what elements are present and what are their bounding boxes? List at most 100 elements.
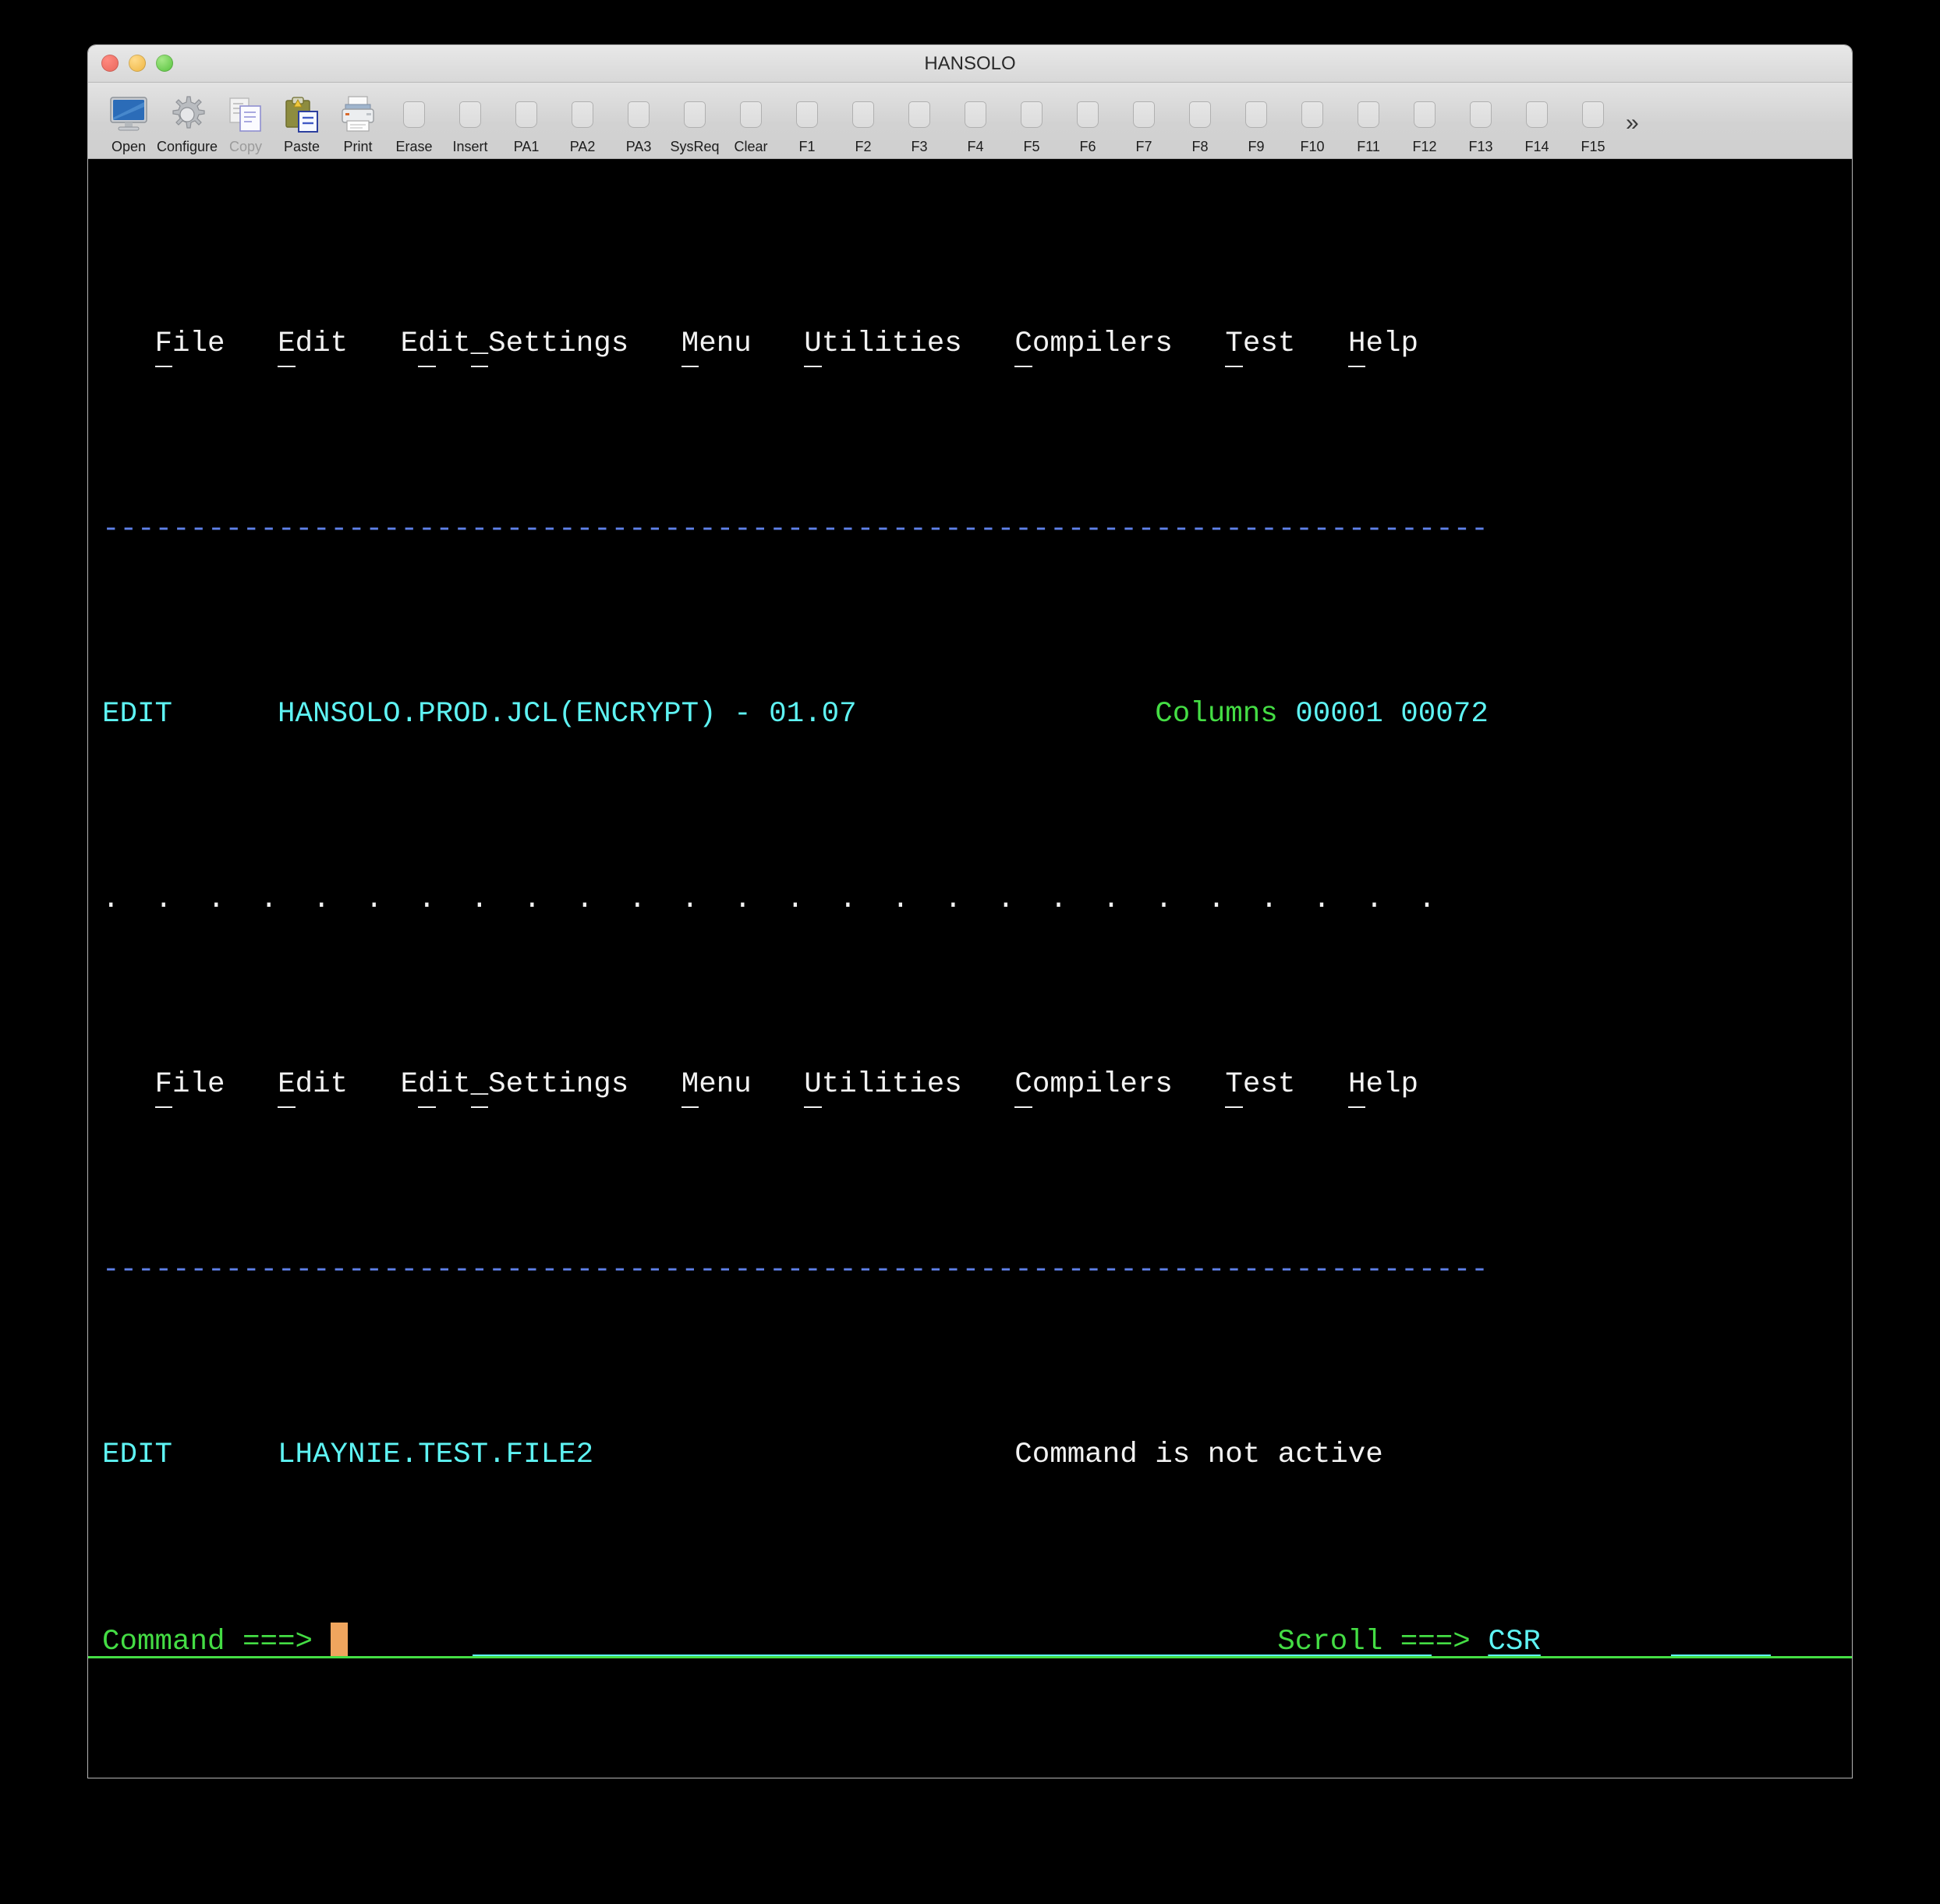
toolbar-button-pa1[interactable]: PA1 xyxy=(498,93,554,158)
toolbar-button-erase[interactable]: Erase xyxy=(386,93,442,158)
menu-item-file[interactable]: File xyxy=(155,1068,225,1101)
toolbar-button-f10[interactable]: F10 xyxy=(1284,93,1340,158)
blank-key-icon xyxy=(459,93,482,136)
blank-key-icon xyxy=(908,93,931,136)
toolbar-label: F14 xyxy=(1524,139,1549,154)
toolbar-label: Erase xyxy=(395,139,433,154)
toolbar-label: F4 xyxy=(967,139,984,154)
status-message: Command is not active xyxy=(1014,1439,1383,1471)
toolbar-label: F9 xyxy=(1248,139,1265,154)
toolbar-button-f14[interactable]: F14 xyxy=(1509,93,1565,158)
command-row[interactable]: Command ===> Scroll ===> CSR xyxy=(88,1622,1852,1660)
printer-icon xyxy=(338,93,377,136)
blank-key-icon xyxy=(628,93,650,136)
edit-mode-top: EDIT xyxy=(102,698,173,731)
columns-value: 00001 00072 xyxy=(1295,698,1489,731)
scroll-input[interactable]: CSR xyxy=(1488,1626,1541,1658)
dashed-rule: ----------------------------------------… xyxy=(102,1253,1489,1286)
toolbar-label: F3 xyxy=(911,139,928,154)
toolbar-label: Configure xyxy=(157,139,218,154)
menu-item-utilities[interactable]: Utilities xyxy=(804,327,962,360)
toolbar-overflow-chevron-icon[interactable]: » xyxy=(1626,110,1639,136)
menu-item-menu[interactable]: Menu xyxy=(681,327,752,360)
toolbar-button-insert[interactable]: Insert xyxy=(442,93,498,158)
menu-item-test[interactable]: Test xyxy=(1225,1068,1295,1101)
blank-key-icon xyxy=(403,93,426,136)
menu-item-compilers[interactable]: Compilers xyxy=(1014,327,1173,360)
blank-key-icon xyxy=(1526,93,1549,136)
toolbar-button-f7[interactable]: F7 xyxy=(1116,93,1172,158)
blank-key-icon xyxy=(1077,93,1099,136)
toolbar-label: F2 xyxy=(855,139,872,154)
toolbar-button-f15[interactable]: F15 xyxy=(1565,93,1621,158)
toolbar-button-f11[interactable]: F11 xyxy=(1340,93,1397,158)
toolbar-button-f4[interactable]: F4 xyxy=(947,93,1004,158)
menu-item-edit[interactable]: Edit xyxy=(278,1068,348,1101)
blank-key-icon xyxy=(740,93,763,136)
menu-item-edit[interactable]: Edit xyxy=(278,327,348,360)
panel-header-bottom: EDIT LHAYNIE.TEST.FILE2 Command is not a… xyxy=(88,1437,1852,1474)
toolbar-button-paste[interactable]: Paste xyxy=(274,93,330,158)
toolbar-label: Clear xyxy=(734,139,768,154)
menu-bar-top[interactable]: File Edit Edit_Settings Menu Utilities C… xyxy=(88,326,1852,363)
main-toolbar: Open Configure Copy Paste Print Erase In… xyxy=(88,83,1852,159)
toolbar-button-f3[interactable]: F3 xyxy=(891,93,947,158)
menu-item-compilers[interactable]: Compilers xyxy=(1014,1068,1173,1101)
toolbar-label: F11 xyxy=(1357,139,1380,154)
menu-bar-bottom[interactable]: File Edit Edit_Settings Menu Utilities C… xyxy=(88,1067,1852,1104)
toolbar-button-open[interactable]: Open xyxy=(101,93,157,158)
window-titlebar: HANSOLO xyxy=(88,45,1852,83)
toolbar-button-configure[interactable]: Configure xyxy=(157,93,218,158)
blank-key-icon xyxy=(1414,93,1436,136)
menu-item-menu[interactable]: Menu xyxy=(681,1068,752,1101)
toolbar-button-f5[interactable]: F5 xyxy=(1004,93,1060,158)
command-label: Command ===> xyxy=(102,1625,313,1658)
blank-key-icon xyxy=(1189,93,1212,136)
toolbar-label: F12 xyxy=(1412,139,1437,154)
rule-bottom: ----------------------------------------… xyxy=(88,1252,1852,1290)
menu-item-edit-settings[interactable]: Edit_Settings xyxy=(401,327,629,360)
toolbar-button-pa3[interactable]: PA3 xyxy=(611,93,667,158)
blank-key-icon xyxy=(1358,93,1380,136)
toolbar-button-f9[interactable]: F9 xyxy=(1228,93,1284,158)
toolbar-button-f6[interactable]: F6 xyxy=(1060,93,1116,158)
blank-key-icon xyxy=(796,93,819,136)
toolbar-button-f2[interactable]: F2 xyxy=(835,93,891,158)
blank-key-icon xyxy=(1470,93,1492,136)
toolbar-button-f13[interactable]: F13 xyxy=(1453,93,1509,158)
menu-item-edit-settings[interactable]: Edit_Settings xyxy=(401,1068,629,1101)
toolbar-label: F15 xyxy=(1581,139,1605,154)
menu-item-utilities[interactable]: Utilities xyxy=(804,1068,962,1101)
toolbar-button-f12[interactable]: F12 xyxy=(1397,93,1453,158)
menu-item-help[interactable]: Help xyxy=(1348,327,1418,360)
toolbar-button-f8[interactable]: F8 xyxy=(1172,93,1228,158)
toolbar-button-f1[interactable]: F1 xyxy=(779,93,835,158)
menu-item-file[interactable]: File xyxy=(155,327,225,360)
toolbar-label: Copy xyxy=(229,139,263,154)
scroll-label: Scroll ===> xyxy=(1277,1625,1471,1658)
split-dots-row: . . . . . . . . . . . . . . . . . . . . … xyxy=(88,882,1852,919)
rule-top: ----------------------------------------… xyxy=(88,511,1852,549)
toolbar-label: Paste xyxy=(284,139,320,154)
toolbar-label: F1 xyxy=(798,139,816,154)
toolbar-label: Open xyxy=(111,139,147,154)
edit-mode-bottom: EDIT xyxy=(102,1439,173,1471)
blank-key-icon xyxy=(1245,93,1268,136)
blank-key-icon xyxy=(515,93,538,136)
toolbar-button-clear[interactable]: Clear xyxy=(723,93,779,158)
toolbar-button-sysreq[interactable]: SysReq xyxy=(667,93,723,158)
toolbar-label: PA2 xyxy=(569,139,596,154)
menu-item-help[interactable]: Help xyxy=(1348,1068,1418,1101)
blank-key-icon xyxy=(852,93,875,136)
monitor-icon xyxy=(108,93,149,136)
toolbar-label: F8 xyxy=(1191,139,1209,154)
toolbar-button-copy[interactable]: Copy xyxy=(218,93,274,158)
gear-icon xyxy=(168,93,207,136)
toolbar-button-pa2[interactable]: PA2 xyxy=(554,93,611,158)
menu-item-test[interactable]: Test xyxy=(1225,327,1295,360)
toolbar-label: SysReq xyxy=(670,139,720,154)
blank-key-icon xyxy=(1582,93,1605,136)
terminal-screen[interactable]: File Edit Edit_Settings Menu Utilities C… xyxy=(88,159,1852,1778)
toolbar-button-print[interactable]: Print xyxy=(330,93,386,158)
toolbar-label: Print xyxy=(343,139,373,154)
